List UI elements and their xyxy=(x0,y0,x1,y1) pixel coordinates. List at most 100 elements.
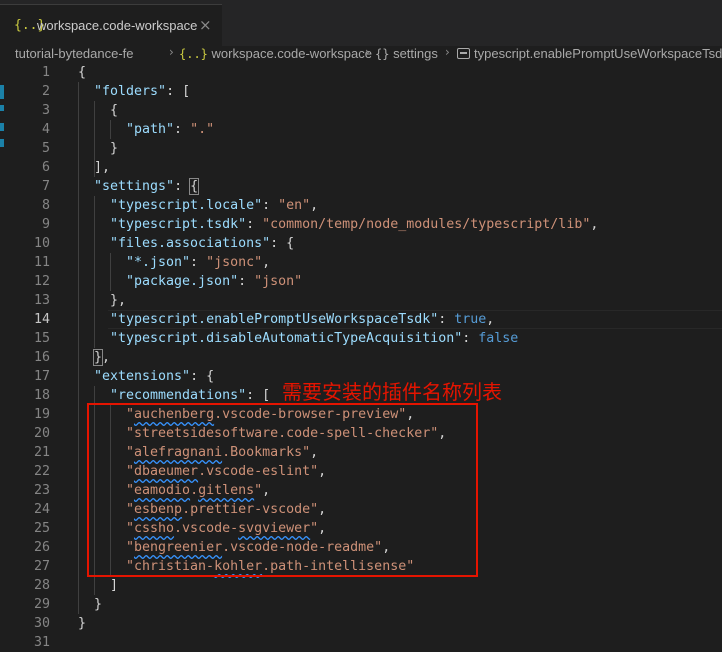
json-punctuation-token: : xyxy=(190,255,207,270)
line-number[interactable]: 23 xyxy=(0,481,50,500)
line-number[interactable]: 25 xyxy=(0,519,50,538)
code-line[interactable]: 28] xyxy=(0,576,722,595)
code-text[interactable]: }, xyxy=(92,348,722,367)
close-icon[interactable]: × xyxy=(199,16,212,34)
line-number[interactable]: 22 xyxy=(0,462,50,481)
json-punctuation-token: : [ xyxy=(166,84,191,99)
code-line[interactable]: 12 "package.json": "json" xyxy=(0,272,722,291)
line-number[interactable]: 14 xyxy=(0,310,50,329)
json-key-token: "typescript.locale" xyxy=(110,198,263,213)
code-text[interactable]: ] xyxy=(110,576,722,595)
line-number[interactable]: 27 xyxy=(0,557,50,576)
code-line[interactable]: 2 "folders": [ xyxy=(0,82,722,101)
line-number[interactable]: 20 xyxy=(0,424,50,443)
line-number[interactable]: 1 xyxy=(0,63,50,82)
property-icon xyxy=(457,48,470,59)
code-text[interactable]: "path": "." xyxy=(126,120,722,139)
tab-workspace-code-workspace[interactable]: {..} workspace.code-workspace × xyxy=(0,4,222,46)
line-number[interactable]: 12 xyxy=(0,272,50,291)
code-text[interactable]: { xyxy=(110,101,722,120)
code-text[interactable]: "settings": { xyxy=(94,177,722,196)
code-line[interactable]: 13}, xyxy=(0,291,722,310)
code-line[interactable]: 29} xyxy=(0,595,722,614)
breadcrumb-item-folder[interactable]: tutorial-bytedance-fe xyxy=(15,46,134,61)
code-text[interactable]: } xyxy=(78,614,722,633)
line-number[interactable]: 29 xyxy=(0,595,50,614)
json-punctuation-token: , xyxy=(262,255,271,270)
json-punctuation-token: { xyxy=(110,103,119,118)
line-number[interactable]: 15 xyxy=(0,329,50,348)
code-line[interactable]: 16}, xyxy=(0,348,722,367)
json-boolean-token: false xyxy=(478,331,519,346)
code-text[interactable]: }, xyxy=(110,291,722,310)
breadcrumb-item-file[interactable]: {..} workspace.code-workspace xyxy=(179,46,372,61)
json-punctuation-token: ], xyxy=(94,160,111,175)
json-key-token: "extensions" xyxy=(94,369,191,384)
line-number[interactable]: 18 xyxy=(0,386,50,405)
code-line[interactable]: 3{ xyxy=(0,101,722,120)
code-text[interactable]: "typescript.disableAutomaticTypeAcquisit… xyxy=(110,329,722,348)
line-number[interactable]: 11 xyxy=(0,253,50,272)
breadcrumb-item-property[interactable]: typescript.enablePromptUseWorkspaceTsdk xyxy=(457,46,722,61)
json-key-token: "typescript.enablePromptUseWorkspaceTsdk… xyxy=(110,312,439,327)
code-line[interactable]: 1{ xyxy=(0,63,722,82)
code-line[interactable]: 31 xyxy=(0,633,722,652)
code-text[interactable]: "package.json": "json" xyxy=(126,272,722,291)
line-number[interactable]: 8 xyxy=(0,196,50,215)
line-number[interactable]: 7 xyxy=(0,177,50,196)
code-line[interactable]: 7 "settings": { xyxy=(0,177,722,196)
code-line[interactable]: 30} xyxy=(0,614,722,633)
code-text[interactable]: "folders": [ xyxy=(94,82,722,101)
line-number[interactable]: 26 xyxy=(0,538,50,557)
code-line[interactable]: 5} xyxy=(0,139,722,158)
code-text[interactable]: "typescript.enablePromptUseWorkspaceTsdk… xyxy=(108,310,722,329)
line-number[interactable]: 21 xyxy=(0,443,50,462)
code-line[interactable]: 10 "files.associations": { xyxy=(0,234,722,253)
json-string-token: "en" xyxy=(278,198,311,213)
code-text[interactable]: } xyxy=(110,139,722,158)
code-line[interactable]: 15 "typescript.disableAutomaticTypeAcquis… xyxy=(0,329,722,348)
json-punctuation-token: } xyxy=(110,141,119,156)
code-text[interactable]: "files.associations": { xyxy=(110,234,722,253)
line-number[interactable]: 10 xyxy=(0,234,50,253)
line-number[interactable]: 3 xyxy=(0,101,50,120)
matched-bracket: { xyxy=(189,178,200,195)
code-text[interactable]: "typescript.tsdk": "common/temp/node_mod… xyxy=(110,215,722,234)
code-text[interactable] xyxy=(78,633,722,652)
code-text[interactable]: { xyxy=(78,63,722,82)
line-number[interactable]: 31 xyxy=(0,633,50,652)
code-line[interactable]: 14 "typescript.enablePromptUseWorkspaceTs… xyxy=(0,310,722,329)
json-punctuation-token: ] xyxy=(110,578,119,593)
breadcrumb-label: workspace.code-workspace xyxy=(211,46,372,61)
code-line[interactable]: 4 "path": "." xyxy=(0,120,722,139)
json-key-token: "settings" xyxy=(94,179,175,194)
json-key-token: "*.json" xyxy=(126,255,191,270)
line-number[interactable]: 2 xyxy=(0,82,50,101)
line-number[interactable]: 9 xyxy=(0,215,50,234)
code-text[interactable]: ], xyxy=(94,158,722,177)
code-line[interactable]: 11 "*.json": "jsonc", xyxy=(0,253,722,272)
code-text[interactable]: "*.json": "jsonc", xyxy=(126,253,722,272)
line-number[interactable]: 4 xyxy=(0,120,50,139)
json-key-token: "path" xyxy=(126,122,175,137)
code-line[interactable]: 9 "typescript.tsdk": "common/temp/node_mo… xyxy=(0,215,722,234)
line-number[interactable]: 19 xyxy=(0,405,50,424)
line-number[interactable]: 17 xyxy=(0,367,50,386)
line-number[interactable]: 24 xyxy=(0,500,50,519)
line-number[interactable]: 6 xyxy=(0,158,50,177)
code-line[interactable]: 6], xyxy=(0,158,722,177)
json-key-token: "recommendations" xyxy=(110,388,247,403)
line-number[interactable]: 13 xyxy=(0,291,50,310)
json-punctuation-token: : { xyxy=(190,369,215,384)
line-number[interactable]: 16 xyxy=(0,348,50,367)
json-punctuation-token: , xyxy=(590,217,599,232)
code-text[interactable]: "typescript.locale": "en", xyxy=(110,196,722,215)
json-file-icon: {..} xyxy=(179,47,208,61)
line-number[interactable]: 5 xyxy=(0,139,50,158)
json-key-token: "typescript.tsdk" xyxy=(110,217,247,232)
code-text[interactable]: } xyxy=(94,595,722,614)
line-number[interactable]: 30 xyxy=(0,614,50,633)
breadcrumb-item-settings[interactable]: {} settings xyxy=(375,46,438,61)
line-number[interactable]: 28 xyxy=(0,576,50,595)
code-line[interactable]: 8 "typescript.locale": "en", xyxy=(0,196,722,215)
